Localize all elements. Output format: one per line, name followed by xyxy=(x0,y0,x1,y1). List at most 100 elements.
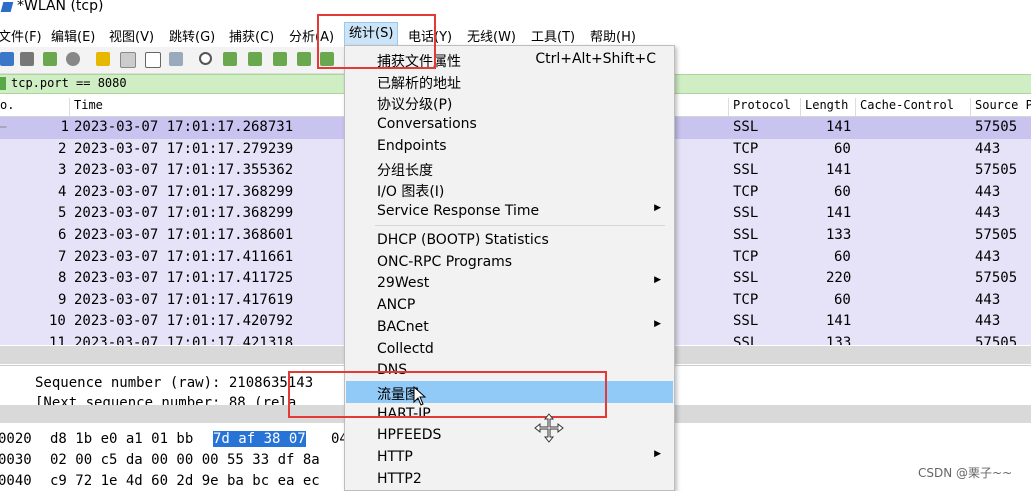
move-cursor-icon xyxy=(534,413,564,443)
main-toolbar xyxy=(0,47,345,74)
menu-item-http[interactable]: HTTP ▶ xyxy=(346,446,673,468)
bytes-hex: d8 1b e0 a1 01 bb xyxy=(50,431,194,447)
restart-capture-icon[interactable] xyxy=(43,52,57,66)
menu-item-onc-rpc-programs[interactable]: ONC-RPC Programs xyxy=(346,251,673,273)
go-forward-icon[interactable] xyxy=(248,52,262,66)
menu-item-label: Collectd xyxy=(377,340,434,357)
cell-protocol: TCP xyxy=(733,291,759,308)
menu-item-packet-lengths[interactable]: 分组长度 xyxy=(346,157,673,179)
col-cache-control[interactable]: Cache-Control xyxy=(855,98,954,116)
cell-length: 60 xyxy=(834,291,851,308)
menu-capture[interactable]: 捕获(C) xyxy=(229,26,274,45)
close-file-icon[interactable] xyxy=(145,52,161,68)
cell-time: 2023-03-07 17:01:17.411725 xyxy=(74,270,294,287)
col-protocol[interactable]: Protocol xyxy=(728,98,791,116)
menu-item-label: 29West xyxy=(377,275,430,292)
cell-port: 57505 xyxy=(975,162,1018,179)
col-no[interactable]: o. xyxy=(0,98,14,116)
bookmark-icon[interactable] xyxy=(0,77,6,90)
col-time[interactable]: Time xyxy=(69,98,103,116)
capture-options-icon[interactable] xyxy=(66,52,80,66)
menu-item-ancp[interactable]: ANCP xyxy=(346,294,673,316)
save-file-icon[interactable] xyxy=(120,52,136,68)
cell-protocol: SSL xyxy=(733,313,759,330)
menu-item-http2[interactable]: HTTP2 xyxy=(346,468,673,490)
menu-item-endpoints[interactable]: Endpoints xyxy=(346,135,673,157)
menu-item-protocol-hierarchy[interactable]: 协议分级(P) xyxy=(346,91,673,113)
cell-protocol: SSL xyxy=(733,227,759,243)
menu-file[interactable]: 文件(F) xyxy=(0,26,42,45)
go-back-icon[interactable] xyxy=(223,52,237,66)
menu-item-dhcp-statistics[interactable]: DHCP (BOOTP) Statistics xyxy=(346,229,673,251)
reload-icon[interactable] xyxy=(169,52,183,66)
find-packet-icon[interactable] xyxy=(199,52,212,65)
col-source-port[interactable]: Source P xyxy=(970,98,1031,116)
menu-item-label: Conversations xyxy=(377,116,477,133)
menu-item-label: HPFEEDS xyxy=(377,427,442,444)
menu-tools[interactable]: 工具(T) xyxy=(531,26,575,45)
open-file-icon[interactable] xyxy=(96,52,110,66)
cell-port: 443 xyxy=(975,183,1001,200)
menu-item-io-graph[interactable]: I/O 图表(I) xyxy=(346,178,673,200)
cell-port: 57505 xyxy=(975,270,1018,287)
bytes-offset: 0020 xyxy=(0,431,32,447)
menu-item-service-response-time[interactable]: Service Response Time ▶ xyxy=(346,200,673,222)
menu-item-label: ONC-RPC Programs xyxy=(377,253,513,270)
menu-wireless[interactable]: 无线(W) xyxy=(467,26,516,45)
menu-item-label: Service Response Time xyxy=(377,202,540,219)
stop-capture-icon[interactable] xyxy=(20,52,34,66)
first-packet-icon[interactable] xyxy=(297,52,311,66)
cell-length: 60 xyxy=(834,248,851,265)
menu-edit[interactable]: 编辑(E) xyxy=(51,26,95,45)
cell-port: 443 xyxy=(975,291,1001,308)
cell-time: 2023-03-07 17:01:17.355362 xyxy=(74,162,294,179)
watermark: CSDN @栗子~~ xyxy=(918,466,1013,480)
cell-time: 2023-03-07 17:01:17.420792 xyxy=(74,313,294,330)
menu-item-resolved-addresses[interactable]: 已解析的地址 xyxy=(346,70,673,92)
cell-no: 9 xyxy=(58,291,67,308)
cell-length: 133 xyxy=(826,335,852,345)
col-length[interactable]: Length xyxy=(800,98,848,116)
cell-no: 5 xyxy=(58,205,67,222)
cell-time: 2023-03-07 17:01:17.268731 xyxy=(74,119,294,135)
bytes-hex: 02 00 c5 da 00 00 00 55 33 df 8a xyxy=(50,452,320,468)
wireshark-fin-icon xyxy=(0,2,14,12)
bytes-offset: 0030 xyxy=(0,452,32,468)
cell-protocol: TCP xyxy=(733,248,759,265)
cell-time: 2023-03-07 17:01:17.279239 xyxy=(74,140,294,157)
menu-item-conversations[interactable]: Conversations xyxy=(346,113,673,135)
annotation-box-statistics xyxy=(317,14,436,69)
cell-port: 57505 xyxy=(975,119,1018,135)
menu-go[interactable]: 跳转(G) xyxy=(169,26,215,45)
cell-no: 3 xyxy=(58,162,67,179)
detail-seq-raw[interactable]: Sequence number (raw): 2108635143 xyxy=(35,375,313,391)
cell-protocol: TCP xyxy=(733,183,759,200)
cell-no: 10 xyxy=(49,313,66,330)
cell-length: 220 xyxy=(826,270,852,287)
menu-item-label: 协议分级(P) xyxy=(377,97,453,114)
menu-item-29west[interactable]: 29West ▶ xyxy=(346,272,673,294)
menu-item-bacnet[interactable]: BACnet ▶ xyxy=(346,316,673,338)
menu-item-collectd[interactable]: Collectd xyxy=(346,338,673,360)
cell-protocol: SSL xyxy=(733,162,759,179)
menu-view[interactable]: 视图(V) xyxy=(109,26,154,45)
display-filter-input[interactable]: tcp.port == 8080 xyxy=(11,76,127,90)
cell-time: 2023-03-07 17:01:17.421318 xyxy=(74,335,294,345)
menu-item-label: BACnet xyxy=(377,318,429,335)
cell-port: 443 xyxy=(975,140,1001,157)
menu-item-shortcut: Ctrl+Alt+Shift+C xyxy=(535,51,656,67)
go-to-packet-icon[interactable] xyxy=(273,52,287,66)
cell-protocol: SSL xyxy=(733,335,759,345)
menu-item-label: HTTP xyxy=(377,449,413,465)
bytes-hex: c9 72 1e 4d 60 2d 9e ba bc ea ec xyxy=(50,473,320,489)
start-capture-icon[interactable] xyxy=(0,52,14,66)
cell-length: 133 xyxy=(826,227,852,243)
cell-time: 2023-03-07 17:01:17.368601 xyxy=(74,227,294,243)
cell-protocol: SSL xyxy=(733,119,759,135)
cell-no: 11 xyxy=(49,335,66,345)
cell-port: 57505 xyxy=(975,227,1018,243)
menu-item-hpfeeds[interactable]: HPFEEDS xyxy=(346,424,673,446)
menu-help[interactable]: 帮助(H) xyxy=(590,26,636,45)
menu-bar: 文件(F) 编辑(E) 视图(V) 跳转(G) 捕获(C) 分析(A) 统计(S… xyxy=(0,21,1031,47)
cell-no: 1 xyxy=(60,119,69,135)
